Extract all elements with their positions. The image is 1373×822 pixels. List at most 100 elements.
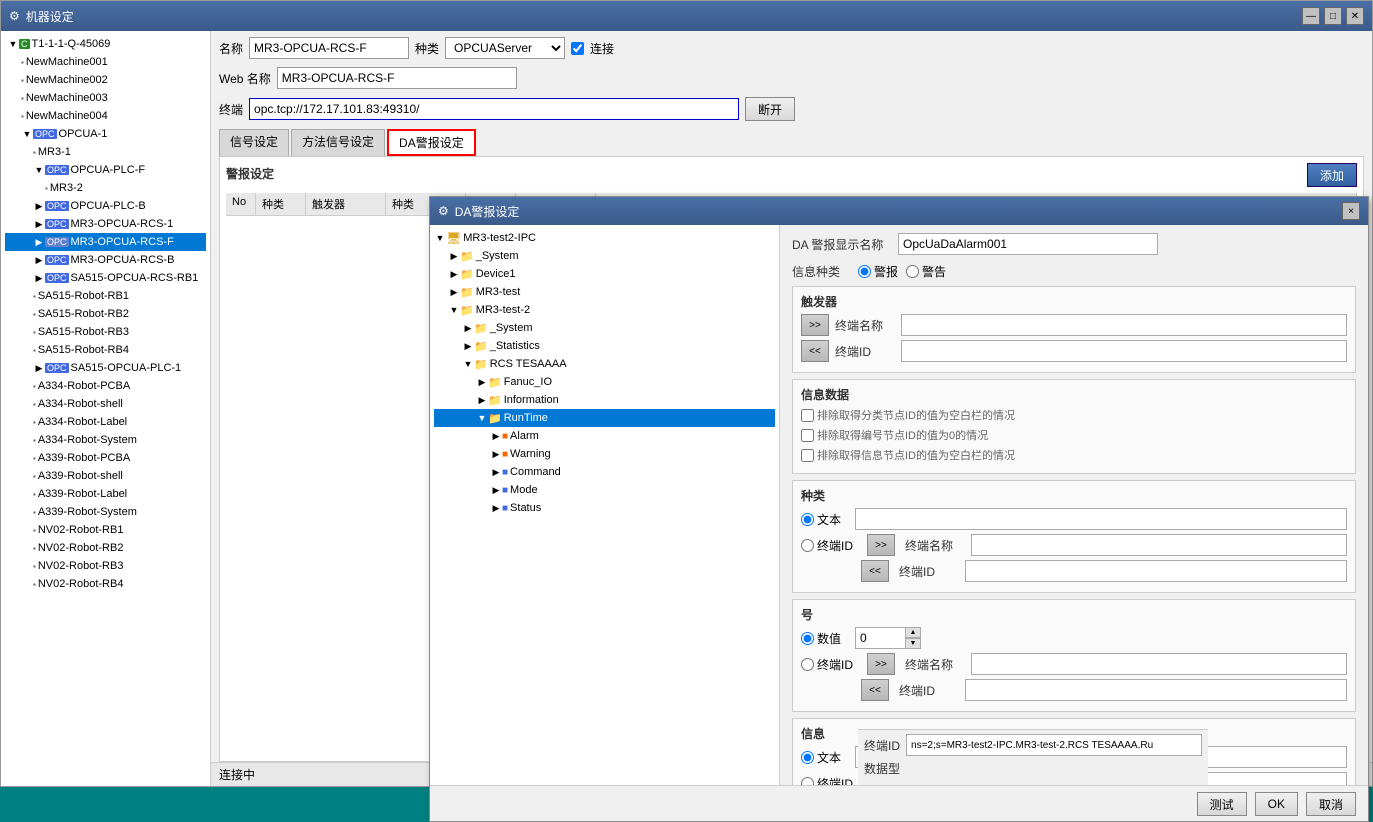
dtree-rcs-tesaaaa[interactable]: ▼ 📁 RCS TESAAAA (434, 355, 775, 373)
expand-icon: ▶ (448, 250, 460, 262)
number-forward-button[interactable]: >> (867, 653, 895, 675)
dtree-system1[interactable]: ▶ 📁 _System (434, 247, 775, 265)
dtree-label: Information (504, 394, 559, 406)
da-alarm-dialog: ⚙ DA警报设定 × ▼ 🖥 MR3-test2-IPC (429, 196, 1369, 822)
dtree-mode[interactable]: ▶ ■ Mode (434, 481, 775, 499)
number-value-input[interactable] (855, 627, 905, 649)
type-forward-button[interactable]: >> (867, 534, 895, 556)
checkbox-1[interactable]: 排除取得分类节点ID的值为空白栏的情况 (801, 407, 1015, 423)
type-radio-row: 文本 (801, 508, 1347, 530)
cancel-button[interactable]: 取消 (1306, 792, 1356, 816)
type-endpoint-id-input[interactable] (965, 560, 1347, 582)
trigger-forward-button[interactable]: >> (801, 314, 829, 336)
radio-warning[interactable]: 警告 (906, 263, 946, 280)
ok-button[interactable]: OK (1255, 792, 1298, 816)
checkbox-2-input[interactable] (801, 429, 814, 442)
trigger-row: >> 终端名称 (801, 314, 1347, 336)
radio-info-endpoint[interactable]: 终端ID (801, 775, 853, 786)
dtree-label: Alarm (510, 430, 539, 442)
radio-text[interactable]: 文本 (801, 511, 841, 528)
radio-info-text-input[interactable] (801, 751, 814, 764)
radio-number-endpoint-input[interactable] (801, 658, 814, 671)
expand-icon: ▶ (448, 268, 460, 280)
folder-icon: 📁 (474, 340, 488, 353)
radio-number-label: 数值 (817, 630, 841, 647)
radio-number-endpoint[interactable]: 终端ID (801, 656, 853, 673)
dtree-status[interactable]: ▶ ■ Status (434, 499, 775, 517)
radio-endpoint-id-input[interactable] (801, 539, 814, 552)
dtree-mr3-test[interactable]: ▶ 📁 MR3-test (434, 283, 775, 301)
checkbox-3[interactable]: 排除取得信息节点ID的值为空白栏的情况 (801, 447, 1015, 463)
info-type-row: 信息种类 警报 警告 (792, 263, 1356, 280)
checkbox-2[interactable]: 排除取得编号节点ID的值为0的情况 (801, 427, 988, 443)
folder-icon: 📁 (474, 358, 488, 371)
type-back-button[interactable]: << (861, 560, 889, 582)
radio-info-endpoint-input[interactable] (801, 777, 814, 786)
dtree-label: Warning (510, 448, 551, 460)
type-endpoint-name-label: 终端名称 (905, 537, 965, 554)
dialog-footer: 测试 OK 取消 (430, 785, 1368, 821)
info-type-label: 信息种类 (792, 263, 852, 280)
type-text-input[interactable] (855, 508, 1347, 530)
trigger-endpoint-name-input[interactable] (901, 314, 1347, 336)
expand-icon: ▶ (490, 430, 502, 442)
checkbox-3-input[interactable] (801, 449, 814, 462)
expand-icon: ▶ (490, 466, 502, 478)
dtree-label: Device1 (476, 268, 516, 280)
radio-text-input[interactable] (801, 513, 814, 526)
number-endpoint-name-input[interactable] (971, 653, 1347, 675)
item-icon: ■ (502, 485, 508, 496)
folder-icon: 🖥 (446, 231, 461, 245)
dialog-tree-panel: ▼ 🖥 MR3-test2-IPC ▶ 📁 _System ▶ 📁 D (430, 225, 780, 785)
radio-alarm[interactable]: 警报 (858, 263, 898, 280)
number-endpoint-id-input[interactable] (965, 679, 1347, 701)
spinner-down-button[interactable]: ▼ (905, 638, 921, 649)
dtree-system2[interactable]: ▶ 📁 _System (434, 319, 775, 337)
radio-info-text-label: 文本 (817, 749, 841, 766)
trigger-section: 触发器 >> 终端名称 << 终端ID (792, 286, 1356, 373)
trigger-endpoint-id-input[interactable] (901, 340, 1347, 362)
dtree-root[interactable]: ▼ 🖥 MR3-test2-IPC (434, 229, 775, 247)
type-id-row: << 终端ID (801, 560, 1347, 582)
da-alarm-name-input[interactable] (898, 233, 1158, 255)
dtree-fanuc-io[interactable]: ▶ 📁 Fanuc_IO (434, 373, 775, 391)
dtree-label: MR3-test2-IPC (463, 232, 536, 244)
dtree-label: RCS TESAAAA (490, 358, 567, 370)
radio-number[interactable]: 数值 (801, 630, 841, 647)
radio-alarm-label: 警报 (874, 263, 898, 280)
dtree-alarm[interactable]: ▶ ■ Alarm (434, 427, 775, 445)
dialog-title-bar: ⚙ DA警报设定 × (430, 197, 1368, 225)
folder-icon: 📁 (460, 250, 474, 263)
radio-number-input[interactable] (801, 632, 814, 645)
dtree-statistics[interactable]: ▶ 📁 _Statistics (434, 337, 775, 355)
radio-text-label: 文本 (817, 511, 841, 528)
number-back-button[interactable]: << (861, 679, 889, 701)
radio-alarm-input[interactable] (858, 265, 871, 278)
folder-icon: 📁 (488, 394, 502, 407)
radio-warning-input[interactable] (906, 265, 919, 278)
item-icon: ■ (502, 467, 508, 478)
da-alarm-name-label: DA 警报显示名称 (792, 236, 892, 253)
number-endpoint-id-label: 终端ID (899, 682, 959, 699)
da-alarm-name-row: DA 警报显示名称 (792, 233, 1356, 255)
dtree-device1[interactable]: ▶ 📁 Device1 (434, 265, 775, 283)
radio-info-endpoint-label: 终端ID (817, 775, 853, 786)
folder-icon: 📁 (488, 412, 502, 425)
number-endpoint-name-label: 终端名称 (905, 656, 965, 673)
dtree-information[interactable]: ▶ 📁 Information (434, 391, 775, 409)
checkbox-1-input[interactable] (801, 409, 814, 422)
radio-endpoint-id[interactable]: 终端ID (801, 537, 853, 554)
spinner-up-button[interactable]: ▲ (905, 627, 921, 638)
trigger-back-button[interactable]: << (801, 340, 829, 362)
folder-icon: 📁 (460, 304, 474, 317)
dtree-mr3-test-2[interactable]: ▼ 📁 MR3-test-2 (434, 301, 775, 319)
dialog-close-button[interactable]: × (1342, 202, 1360, 220)
test-button[interactable]: 测试 (1197, 792, 1247, 816)
checkbox-1-label: 排除取得分类节点ID的值为空白栏的情况 (817, 407, 1015, 423)
type-endpoint-name-input[interactable] (971, 534, 1347, 556)
number-title: 号 (801, 606, 1347, 623)
dtree-command[interactable]: ▶ ■ Command (434, 463, 775, 481)
radio-info-text[interactable]: 文本 (801, 749, 841, 766)
dtree-runtime[interactable]: ▼ 📁 RunTime (434, 409, 775, 427)
dtree-warning[interactable]: ▶ ■ Warning (434, 445, 775, 463)
